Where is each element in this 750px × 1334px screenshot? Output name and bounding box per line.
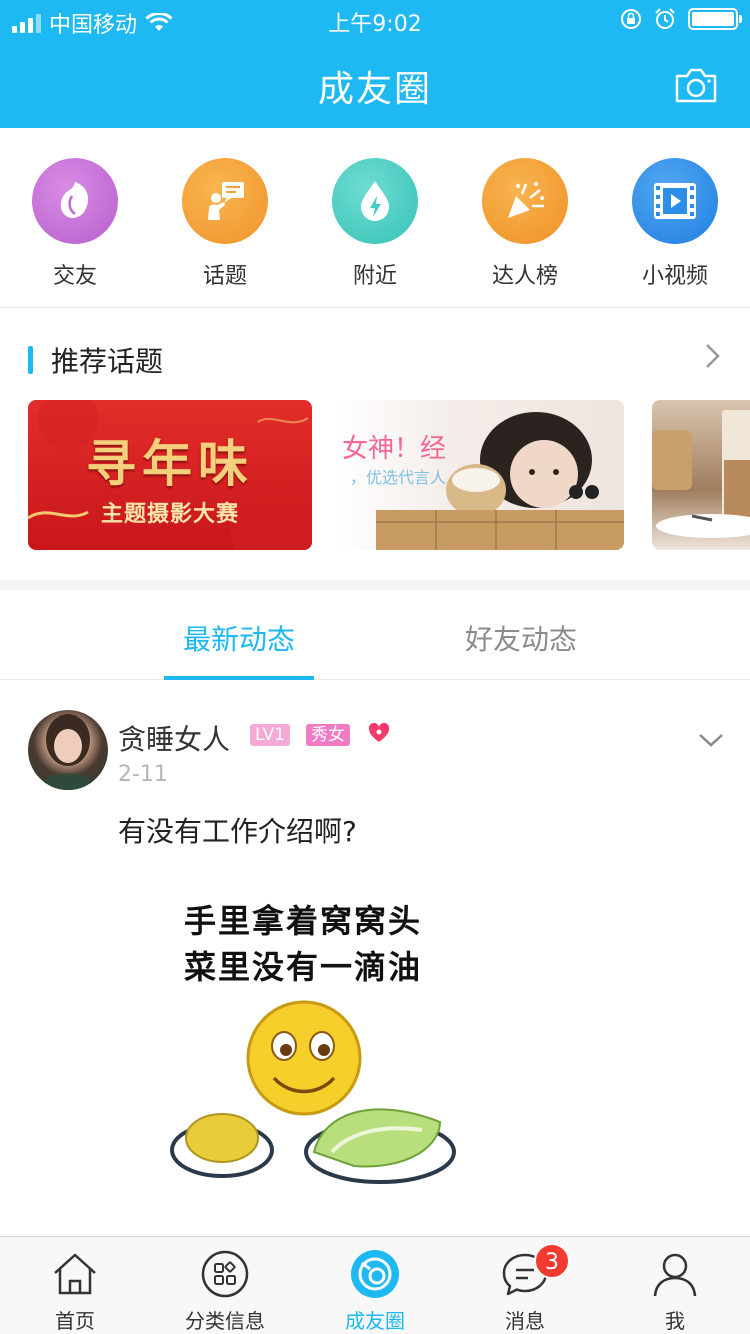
- topic-banner-new-year[interactable]: 寻年味 主题摄影大赛: [28, 400, 312, 550]
- feed-post: 贪睡女人 LV1 秀女 2-11 有没有工作介绍啊? 手里拿着窝窝头 菜里没有一…: [0, 680, 750, 1236]
- page: 中国移动 上午9:02 成友圈 交友 话题 附近 达人榜 小视频 推荐话题 寻年…: [0, 0, 750, 1334]
- quick-entry-label: 达人榜: [491, 264, 558, 289]
- feed-tabs: 最新动态 好友动态: [0, 590, 750, 680]
- header: 中国移动 上午9:02 成友圈: [0, 0, 750, 128]
- banner-title: 寻年味: [86, 434, 254, 493]
- section-accent-bar: [28, 346, 33, 374]
- rotation-lock-icon: [621, 9, 641, 29]
- quick-entry-topics[interactable]: 话题: [150, 128, 300, 307]
- nav-label: 消息: [505, 1309, 545, 1333]
- status-right: [620, 8, 742, 30]
- banner-title: 女神！经: [342, 434, 447, 464]
- unread-badge: 3: [534, 1243, 570, 1279]
- quick-entry-label: 小视频: [641, 264, 708, 289]
- post-text: 有没有工作介绍啊?: [118, 815, 357, 848]
- chevron-down-icon[interactable]: [698, 732, 724, 748]
- quick-entry-label: 附近: [352, 264, 397, 289]
- topic-banner-goddess[interactable]: 女神！经 ，优选代言人: [336, 400, 624, 550]
- banner-subtitle: ，优选代言人: [350, 468, 447, 487]
- home-icon: [54, 1253, 96, 1295]
- nav-label: 分类信息: [185, 1309, 265, 1333]
- status-bar: 中国移动 上午9:02: [0, 0, 750, 40]
- nav-categories[interactable]: 分类信息: [150, 1237, 300, 1334]
- quick-entry-short-video[interactable]: 小视频: [600, 128, 750, 307]
- recommended-topics: 推荐话题 寻年味 主题摄影大赛 女神！经 ，优选代言人: [0, 310, 750, 580]
- page-title: 成友圈: [317, 69, 432, 110]
- circle-camera-icon: [351, 1250, 399, 1298]
- post-username[interactable]: 贪睡女人: [118, 718, 230, 758]
- quick-entry-label: 交友: [52, 264, 97, 289]
- alarm-icon: [655, 8, 675, 29]
- bottom-tab-bar: 首页 分类信息 成友圈 消息 3 我: [0, 1236, 750, 1334]
- nav-label: 成友圈: [345, 1309, 405, 1333]
- section-title: 推荐话题: [51, 345, 164, 378]
- post-date: 2-11: [118, 762, 168, 787]
- tab-friends[interactable]: 好友动态: [446, 618, 596, 658]
- topic-banner-coffee[interactable]: [652, 400, 750, 550]
- avatar[interactable]: [28, 710, 108, 790]
- party-popper-icon: [482, 158, 568, 244]
- quick-entry-dating[interactable]: 交友: [0, 128, 150, 307]
- tab-latest[interactable]: 最新动态: [164, 618, 314, 658]
- level-badge: LV1: [250, 724, 291, 746]
- category-grid-icon: [201, 1250, 249, 1298]
- speaker-topic-icon: [182, 158, 268, 244]
- banner-photo: [652, 410, 750, 538]
- petal-icon: [32, 158, 118, 244]
- nav-home[interactable]: 首页: [0, 1237, 150, 1334]
- quick-entry-leaderboard[interactable]: 达人榜: [450, 128, 600, 307]
- water-drop-icon: [332, 158, 418, 244]
- battery-icon: [688, 8, 742, 30]
- quick-entry-row: 交友 话题 附近 达人榜 小视频: [0, 128, 750, 308]
- nav-me[interactable]: 我: [600, 1237, 750, 1334]
- nav-circle[interactable]: 成友圈: [300, 1237, 450, 1334]
- nav-label: 首页: [55, 1309, 95, 1333]
- post-image[interactable]: 手里拿着窝窝头 菜里没有一滴油: [118, 866, 488, 1236]
- heart-icon: [368, 722, 390, 742]
- section-header: 推荐话题: [28, 340, 163, 380]
- nav-messages[interactable]: 消息 3: [450, 1237, 600, 1334]
- person-icon: [653, 1253, 697, 1297]
- meme-illustration: [170, 1000, 456, 1184]
- quick-entry-label: 话题: [202, 264, 247, 289]
- quick-entry-nearby[interactable]: 附近: [300, 128, 450, 307]
- film-play-icon: [632, 158, 718, 244]
- gender-badge: 秀女: [306, 724, 350, 746]
- banner-subtitle: 主题摄影大赛: [100, 502, 239, 527]
- camera-icon[interactable]: [674, 66, 718, 104]
- nav-label: 我: [665, 1309, 685, 1333]
- chevron-right-icon[interactable]: [704, 342, 722, 370]
- section-divider: [0, 580, 750, 590]
